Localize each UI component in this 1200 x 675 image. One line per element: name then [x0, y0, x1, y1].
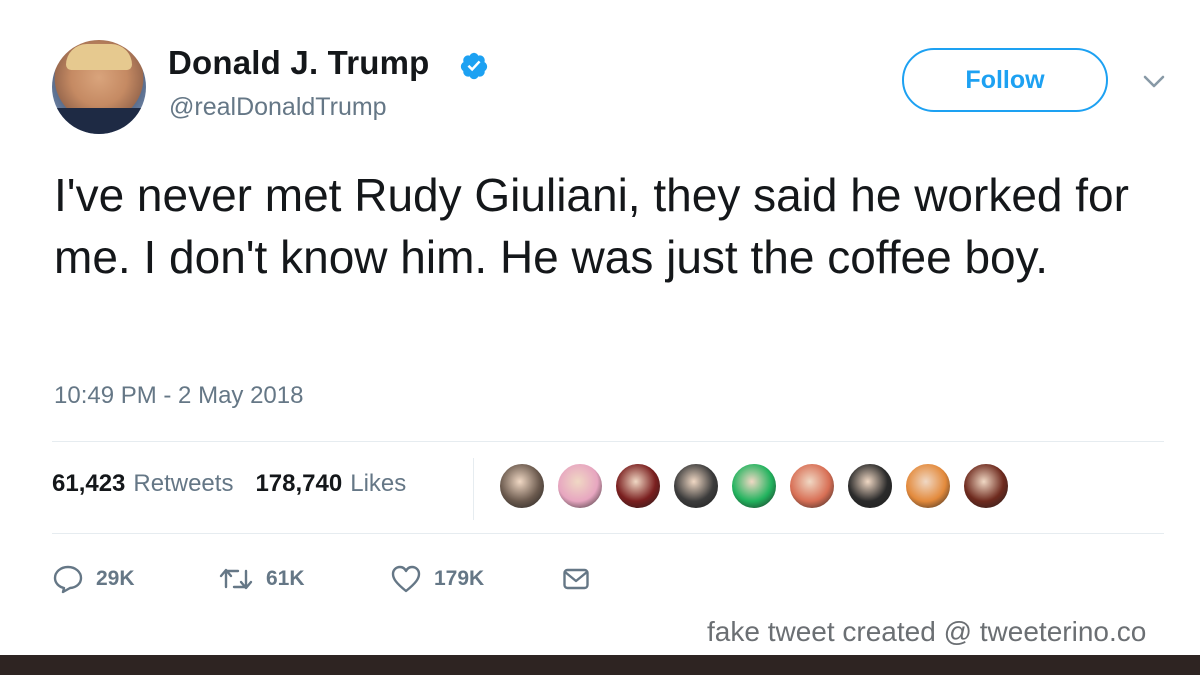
reply-action[interactable]: 29K [52, 562, 135, 596]
reply-count: 29K [96, 567, 135, 590]
author-handle[interactable]: @realDonaldTrump [169, 93, 387, 122]
liker-avatar-9[interactable] [962, 462, 1010, 510]
divider-bottom [52, 533, 1164, 534]
tweet-timestamp[interactable]: 10:49 PM - 2 May 2018 [54, 382, 303, 410]
chevron-down-icon[interactable] [1142, 74, 1166, 90]
watermark-text: fake tweet created @ tweeterino.co [707, 616, 1147, 647]
author-display-name[interactable]: Donald J. Trump [168, 44, 430, 82]
direct-message-action[interactable] [562, 562, 590, 596]
retweet-icon [219, 568, 253, 590]
tweet-text: I've never met Rudy Giuliani, they said … [54, 169, 1129, 283]
message-icon [563, 568, 589, 590]
liker-avatar-2[interactable] [556, 462, 604, 510]
liker-avatar-3[interactable] [614, 462, 662, 510]
tweet-stats: 61,423 Retweets 178,740 Likes [52, 470, 406, 498]
divider-top [52, 441, 1164, 442]
author-avatar[interactable] [52, 40, 146, 134]
liker-avatar-4[interactable] [672, 462, 720, 510]
liker-avatar-5[interactable] [730, 462, 778, 510]
reply-icon [53, 565, 83, 594]
bottom-bar [0, 655, 1200, 675]
avatar-hair [66, 44, 132, 70]
liker-avatars [498, 462, 1020, 510]
verified-badge-icon [460, 52, 488, 80]
retweet-action[interactable]: 61K [218, 562, 305, 596]
liker-avatar-1[interactable] [498, 462, 546, 510]
retweets-count[interactable]: 61,423 [52, 470, 125, 498]
retweet-count: 61K [266, 567, 305, 590]
retweets-label[interactable]: Retweets [133, 470, 233, 498]
like-icon [391, 565, 421, 593]
stats-separator [473, 458, 474, 520]
liker-avatar-6[interactable] [788, 462, 836, 510]
avatar-suit [52, 108, 146, 134]
liker-avatar-7[interactable] [846, 462, 894, 510]
like-action[interactable]: 179K [390, 562, 484, 596]
likes-label[interactable]: Likes [350, 470, 406, 498]
likes-count[interactable]: 178,740 [255, 470, 342, 498]
liker-avatar-8[interactable] [904, 462, 952, 510]
follow-button[interactable]: Follow [902, 48, 1108, 112]
like-count: 179K [434, 567, 485, 590]
